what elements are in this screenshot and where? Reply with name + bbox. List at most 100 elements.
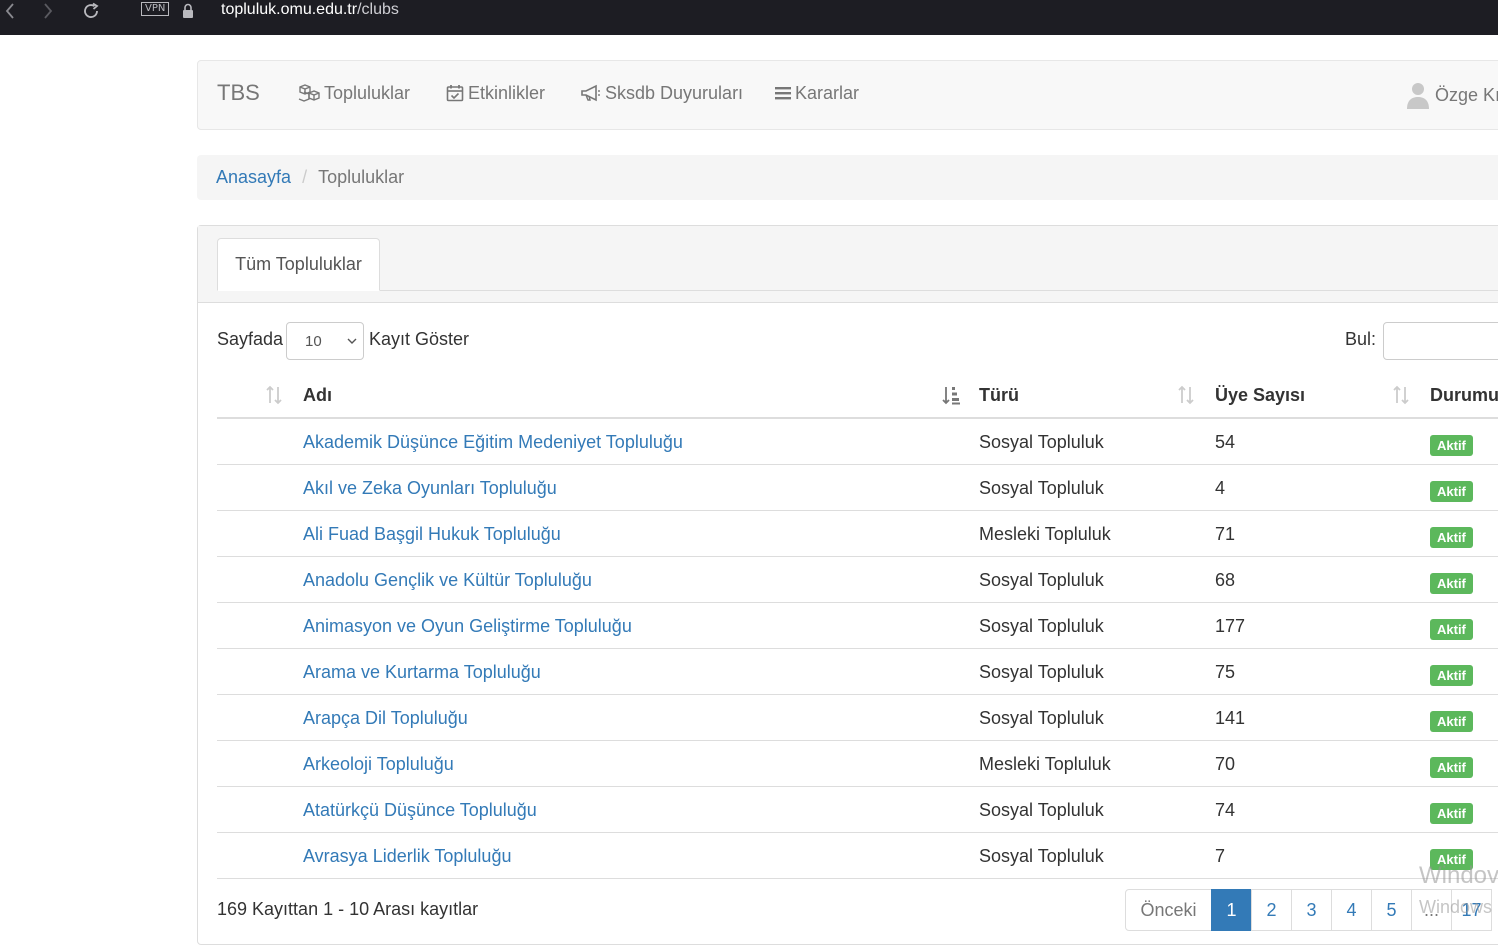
table-row: Akıl ve Zeka Oyunları Topluluğu Sosyal To… — [217, 465, 1498, 511]
table-row: Arapça Dil Topluluğu Sosyal Topluluk 141 Ak… — [217, 695, 1498, 741]
calendar-check-icon — [446, 85, 464, 102]
address-bar[interactable]: topluluk.omu.edu.tr/clubs — [221, 1, 399, 19]
breadcrumb-current: Topluluklar — [318, 167, 405, 187]
nav-sksdb-duyurulari[interactable]: Sksdb Duyuruları — [581, 81, 743, 105]
sort-icon[interactable] — [1177, 385, 1195, 410]
table-row: Anadolu Gençlik ve Kültür Topluluğu Sosya… — [217, 557, 1498, 603]
club-name-link[interactable]: Arkeoloji Topluluğu — [303, 754, 454, 775]
status-badge: Aktif — [1430, 803, 1473, 824]
header-type[interactable]: Türü — [979, 385, 1019, 406]
tab-divider — [217, 290, 1498, 291]
sort-icon[interactable] — [265, 385, 283, 410]
club-name-link[interactable]: Anadolu Gençlik ve Kültür Topluluğu — [303, 570, 592, 591]
table-info: 169 Kayıttan 1 - 10 Arası kayıtlar — [217, 899, 479, 919]
club-member-count: 54 — [1215, 432, 1236, 452]
club-name-link[interactable]: Arama ve Kurtarma Topluluğu — [303, 662, 541, 683]
status-badge: Aktif — [1430, 481, 1473, 502]
club-type: Sosyal Topluluk — [979, 570, 1104, 590]
tab-all-clubs[interactable]: Tüm Topluluklar — [217, 238, 380, 291]
club-type: Sosyal Topluluk — [979, 478, 1104, 498]
status-badge: Aktif — [1430, 665, 1473, 686]
search-input[interactable] — [1383, 322, 1498, 360]
club-name-link[interactable]: Arapça Dil Topluluğu — [303, 708, 468, 729]
lock-icon[interactable] — [181, 0, 195, 22]
url-path: /clubs — [357, 1, 399, 18]
pagination-page-1[interactable]: 1 — [1211, 889, 1252, 931]
club-member-count: 75 — [1215, 662, 1236, 682]
sort-icon[interactable] — [1392, 385, 1410, 410]
club-name-link[interactable]: Atatürkçü Düşünce Topluluğu — [303, 800, 537, 821]
table-row: Arama ve Kurtarma Topluluğu Sosyal Toplul… — [217, 649, 1498, 695]
main-navbar: TBS Topluluklar Etkinlikler Sksdb Duyuru… — [197, 60, 1498, 130]
nav-kararlar[interactable]: Kararlar — [775, 81, 859, 105]
header-members[interactable]: Üye Sayısı — [1215, 385, 1305, 406]
nav-etkinlikler[interactable]: Etkinlikler — [446, 81, 545, 105]
club-type: Mesleki Topluluk — [979, 524, 1111, 544]
pagination-page-2[interactable]: 2 — [1251, 889, 1292, 931]
status-badge: Aktif — [1430, 435, 1473, 456]
reload-icon[interactable] — [81, 0, 101, 22]
nav-topluluklar[interactable]: Topluluklar — [298, 81, 410, 105]
page-length-value: 10 — [305, 332, 322, 350]
table-row: Atatürkçü Düşünce Topluluğu Sosyal Toplul… — [217, 787, 1498, 833]
club-member-count: 68 — [1215, 570, 1236, 590]
status-badge: Aktif — [1430, 527, 1473, 548]
bars-icon — [775, 87, 791, 100]
club-type: Sosyal Topluluk — [979, 708, 1104, 728]
club-member-count: 7 — [1215, 846, 1226, 866]
vpn-badge[interactable]: VPN — [141, 2, 170, 16]
club-member-count: 177 — [1215, 616, 1246, 636]
header-name[interactable]: Adı — [303, 385, 332, 406]
page-length-select[interactable]: 10 — [286, 322, 364, 360]
user-menu[interactable]: Özge Kı — [1406, 81, 1498, 109]
url-domain: topluluk.omu.edu.tr — [221, 1, 358, 18]
club-type: Sosyal Topluluk — [979, 846, 1104, 866]
status-badge: Aktif — [1430, 757, 1473, 778]
bullhorn-icon — [581, 84, 600, 102]
nav-sksdb-label: Sksdb Duyuruları — [605, 82, 744, 103]
table-row: Animasyon ve Oyun Geliştirme Topluluğu So… — [217, 603, 1498, 649]
club-name-link[interactable]: Avrasya Liderlik Topluluğu — [303, 846, 511, 867]
club-type: Sosyal Topluluk — [979, 662, 1104, 682]
club-member-count: 71 — [1215, 524, 1236, 544]
avatar — [1407, 83, 1429, 109]
club-type: Sosyal Topluluk — [979, 432, 1104, 452]
pagination-page-3[interactable]: 3 — [1291, 889, 1332, 931]
breadcrumb: Anasayfa / Topluluklar — [197, 155, 1498, 200]
pagination-page-5[interactable]: 5 — [1371, 889, 1412, 931]
club-name-link[interactable]: Akıl ve Zeka Oyunları Topluluğu — [303, 478, 557, 499]
nav-kararlar-label: Kararlar — [795, 82, 860, 103]
nav-topluluklar-label: Topluluklar — [324, 82, 411, 103]
sort-alpha-asc-icon[interactable] — [941, 385, 961, 410]
club-name-link[interactable]: Animasyon ve Oyun Geliştirme Topluluğu — [303, 616, 632, 637]
club-name-link[interactable]: Akademik Düşünce Eğitim Medeniyet Toplul… — [303, 432, 683, 453]
page-length-suffix: Kayıt Göster — [369, 329, 470, 349]
table-row: Ali Fuad Başgil Hukuk Topluluğu Mesleki T… — [217, 511, 1498, 557]
club-name-link[interactable]: Ali Fuad Başgil Hukuk Topluluğu — [303, 524, 561, 545]
club-type: Mesleki Topluluk — [979, 754, 1111, 774]
user-name: Özge Kı — [1435, 84, 1498, 105]
status-badge: Aktif — [1430, 711, 1473, 732]
back-icon[interactable] — [2, 0, 18, 22]
forward-icon[interactable] — [40, 0, 56, 22]
pagination-prev[interactable]: Önceki — [1125, 889, 1212, 931]
table-header: Adı Türü Üye Sayısı Durumu — [217, 372, 1498, 419]
club-type: Sosyal Topluluk — [979, 800, 1104, 820]
table-row: Akademik Düşünce Eğitim Medeniyet Toplul… — [217, 419, 1498, 465]
club-member-count: 74 — [1215, 800, 1236, 820]
club-type: Sosyal Topluluk — [979, 616, 1104, 636]
page-length-label: Sayfada — [217, 329, 284, 349]
pagination-page-4[interactable]: 4 — [1331, 889, 1372, 931]
status-badge: Aktif — [1430, 573, 1473, 594]
pagination-ellipsis: ... — [1411, 889, 1452, 931]
brand-link[interactable]: TBS — [217, 80, 260, 106]
club-member-count: 141 — [1215, 708, 1246, 728]
status-badge: Aktif — [1430, 619, 1473, 640]
breadcrumb-separator: / — [302, 167, 308, 187]
breadcrumb-home-link[interactable]: Anasayfa — [216, 167, 291, 188]
header-status[interactable]: Durumu — [1430, 385, 1498, 406]
search-label: Bul: — [1345, 329, 1377, 349]
table-row: Arkeoloji Topluluğu Mesleki Topluluk 70 Akt… — [217, 741, 1498, 787]
club-member-count: 4 — [1215, 478, 1226, 498]
pagination-page-17[interactable]: 17 — [1451, 889, 1492, 931]
